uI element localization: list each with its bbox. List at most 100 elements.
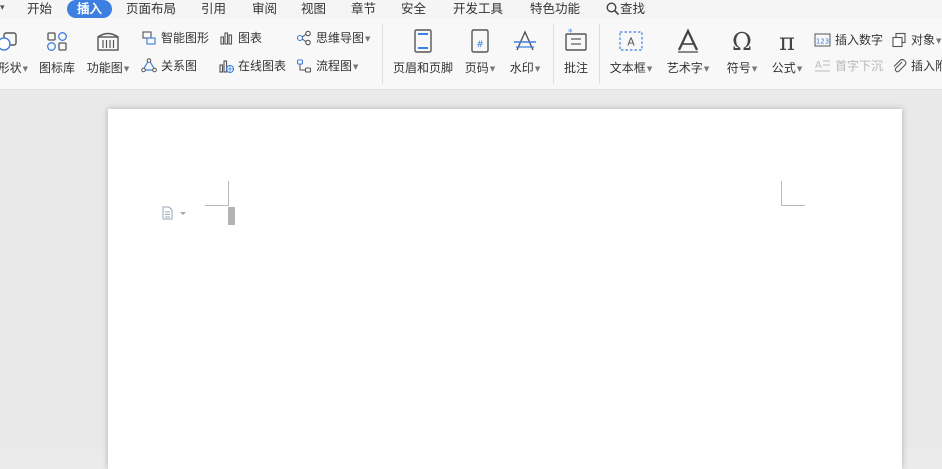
word-art-button[interactable]: 艺术字▼	[664, 26, 712, 86]
dropdown-arrow-icon: ▼	[534, 64, 541, 73]
dropdown-arrow-icon: ▼	[646, 64, 653, 73]
relation-chart-button[interactable]: 关系图	[141, 56, 197, 76]
chart-label: 图表	[238, 31, 263, 45]
search-button[interactable]: 查找	[606, 0, 645, 18]
margin-corner-top-left	[205, 205, 229, 206]
icon-library-button[interactable]: 图标库	[36, 26, 78, 86]
object-button[interactable]: 对象▼	[891, 30, 941, 50]
chart-icon	[220, 31, 233, 45]
margin-corner-top-right	[781, 205, 805, 206]
margin-corner-top-left	[228, 181, 229, 206]
document-workspace[interactable]	[0, 91, 942, 469]
omega-symbol-icon: Ω	[732, 28, 752, 56]
dropdown-arrow-icon: ▼	[353, 62, 359, 71]
smart-graphic-button[interactable]: 智能图形	[141, 28, 209, 48]
dropdown-arrow-icon: ▼	[703, 64, 710, 73]
icon-library-label: 图标库	[38, 61, 75, 75]
header-footer-icon	[414, 29, 432, 53]
flow-chart-label: 流程图	[316, 59, 353, 73]
svg-text:π: π	[779, 28, 795, 56]
svg-text:123: 123	[816, 37, 829, 45]
relation-chart-label: 关系图	[161, 59, 198, 73]
dropdown-arrow-icon: ▼	[796, 64, 803, 73]
function-chart-icon	[97, 32, 119, 51]
online-chart-icon	[219, 59, 235, 73]
comment-icon: *	[565, 28, 587, 51]
symbol-label: 符号	[726, 61, 751, 75]
insert-attachment-button[interactable]: 插入附	[891, 56, 942, 76]
relation-chart-icon	[141, 57, 157, 72]
comment-label: 批注	[563, 61, 588, 75]
comment-button[interactable]: * 批注	[560, 26, 592, 86]
tab-developer[interactable]: 开发工具	[453, 0, 503, 18]
drop-cap-label: 首字下沉	[835, 59, 884, 73]
shape-label: 形状	[0, 61, 22, 75]
paragraph-layout-button[interactable]	[162, 206, 188, 223]
insert-number-button[interactable]: 123 插入数字	[814, 30, 883, 50]
insert-number-label: 插入数字	[835, 33, 884, 47]
flow-chart-button[interactable]: 流程图▼	[296, 56, 358, 76]
online-chart-button[interactable]: 在线图表	[218, 56, 286, 76]
mind-map-icon	[296, 30, 311, 45]
word-art-label: 艺术字	[666, 61, 703, 75]
shape-icon	[0, 32, 17, 51]
symbol-button[interactable]: Ω 符号▼	[723, 26, 761, 86]
page-number-icon: #	[471, 29, 489, 53]
smart-graphic-icon	[142, 30, 156, 45]
dropdown-arrow-icon: ▼	[936, 36, 942, 45]
drop-cap-button[interactable]: A 首字下沉	[814, 56, 883, 76]
search-label: 查找	[620, 1, 646, 16]
insert-ribbon: 形状▼ 图标库 功能图▼ 智能图形 关系图 图表 在线图表 思维导图▼ 流程图▼…	[0, 18, 942, 90]
dropdown-arrow-icon: ▼	[489, 64, 496, 73]
tab-page-layout[interactable]: 页面布局	[126, 0, 176, 18]
tab-features[interactable]: 特色功能	[530, 0, 580, 18]
pi-formula-icon: π	[779, 28, 795, 56]
dropdown-arrow-icon: ▼	[365, 34, 371, 43]
header-footer-button[interactable]: 页眉和页脚	[390, 26, 456, 86]
paperclip-icon	[893, 58, 907, 72]
watermark-icon	[514, 30, 536, 51]
tab-view[interactable]: 视图	[301, 0, 326, 18]
dropdown-arrow-icon: ▼	[751, 64, 758, 73]
mind-map-label: 思维导图	[316, 31, 365, 45]
tab-chapter[interactable]: 章节	[351, 0, 376, 18]
ribbon-separator	[599, 24, 600, 84]
ribbon-separator	[553, 24, 554, 84]
tab-security[interactable]: 安全	[401, 0, 426, 18]
svg-text:Ω: Ω	[732, 28, 752, 56]
insert-number-icon: 123	[814, 33, 831, 46]
watermark-button[interactable]: 水印▼	[505, 26, 545, 86]
ribbon-separator	[382, 24, 383, 84]
icon-library-icon	[47, 32, 67, 51]
page-number-button[interactable]: # 页码▼	[461, 26, 499, 86]
svg-text:*: *	[568, 28, 573, 38]
tab-review[interactable]: 审阅	[252, 0, 277, 18]
function-chart-label: 功能图	[86, 61, 123, 75]
svg-text:A: A	[815, 60, 822, 71]
word-art-icon	[678, 28, 698, 53]
tab-insert[interactable]: 插入	[67, 0, 113, 18]
shape-button[interactable]: 形状▼	[0, 26, 28, 86]
search-icon	[606, 1, 620, 15]
flow-chart-icon	[296, 58, 312, 73]
tab-references[interactable]: 引用	[201, 0, 226, 18]
tab-home[interactable]: 开始	[27, 0, 52, 18]
online-chart-label: 在线图表	[238, 59, 287, 73]
object-icon	[892, 32, 906, 47]
menu-overflow-caret[interactable]: ▾	[0, 0, 5, 18]
svg-text:#: #	[476, 40, 484, 50]
document-page[interactable]	[108, 109, 902, 469]
text-box-icon: A	[619, 31, 643, 51]
text-box-button[interactable]: A 文本框▼	[607, 26, 655, 86]
mind-map-button[interactable]: 思维导图▼	[296, 28, 370, 48]
text-cursor	[228, 207, 235, 225]
svg-text:A: A	[627, 36, 635, 49]
page-number-label: 页码	[464, 61, 489, 75]
chart-button[interactable]: 图表	[218, 28, 262, 48]
formula-label: 公式	[771, 61, 796, 75]
insert-attachment-label: 插入附	[911, 59, 942, 73]
formula-button[interactable]: π 公式▼	[768, 26, 806, 86]
drop-cap-icon: A	[815, 60, 830, 71]
function-chart-button[interactable]: 功能图▼	[84, 26, 132, 86]
margin-corner-top-right	[781, 181, 782, 206]
